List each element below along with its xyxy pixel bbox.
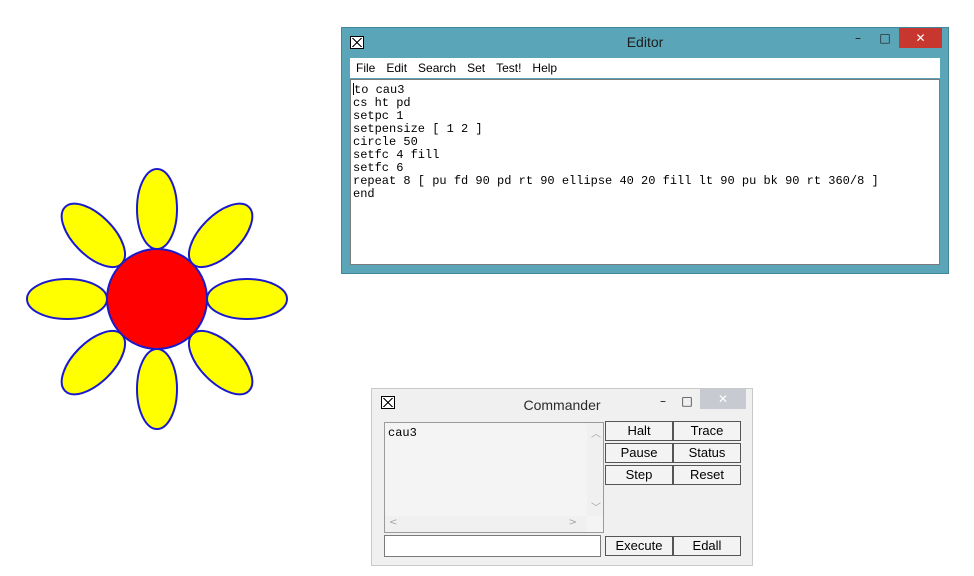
command-input[interactable] xyxy=(384,535,601,557)
code-line: setpensize [ 1 2 ] xyxy=(353,122,483,136)
flower-center xyxy=(106,248,208,350)
maximize-button[interactable]: □ xyxy=(677,391,697,411)
code-line: circle 50 xyxy=(353,135,418,149)
menu-search[interactable]: Search xyxy=(418,61,456,75)
code-line: to cau3 xyxy=(353,83,405,97)
command-history[interactable]: cau3 ︿ ﹀ < > xyxy=(384,422,604,533)
step-button[interactable]: Step xyxy=(605,465,673,485)
history-entry: cau3 xyxy=(388,426,417,440)
flower-petal xyxy=(136,348,178,430)
execute-button[interactable]: Execute xyxy=(605,536,673,556)
scroll-left-icon[interactable]: < xyxy=(389,517,397,528)
code-line: repeat 8 [ pu fd 90 pd rt 90 ellipse 40 … xyxy=(353,174,879,188)
code-line: cs ht pd xyxy=(353,96,411,110)
editor-window: Editor – □ ✕ File Edit Search Set Test! … xyxy=(341,27,949,274)
scroll-down-icon[interactable]: ﹀ xyxy=(591,499,601,514)
flower-petal xyxy=(206,278,288,320)
flower-petal xyxy=(136,168,178,250)
trace-button[interactable]: Trace xyxy=(673,421,741,441)
edall-button[interactable]: Edall xyxy=(673,536,741,556)
code-line: end xyxy=(353,187,375,201)
reset-button[interactable]: Reset xyxy=(673,465,741,485)
drawing-canvas xyxy=(26,168,288,430)
minimize-button[interactable]: – xyxy=(653,391,673,411)
code-line: setfc 4 fill xyxy=(353,148,440,162)
pause-button[interactable]: Pause xyxy=(605,443,673,463)
scroll-right-icon[interactable]: > xyxy=(569,517,577,528)
vertical-scrollbar[interactable]: ︿ ﹀ xyxy=(587,423,603,516)
menu-edit[interactable]: Edit xyxy=(386,61,407,75)
editor-menubar: File Edit Search Set Test! Help xyxy=(350,58,940,78)
close-button[interactable]: ✕ xyxy=(899,28,942,48)
minimize-button[interactable]: – xyxy=(845,28,871,48)
scroll-up-icon[interactable]: ︿ xyxy=(591,425,601,440)
close-button[interactable]: ✕ xyxy=(700,389,746,409)
menu-test[interactable]: Test! xyxy=(496,61,521,75)
code-editor[interactable]: to cau3 cs ht pd setpc 1 setpensize [ 1 … xyxy=(350,79,940,265)
horizontal-scrollbar[interactable]: < > xyxy=(385,516,587,532)
status-button[interactable]: Status xyxy=(673,443,741,463)
maximize-button[interactable]: □ xyxy=(872,28,898,48)
menu-help[interactable]: Help xyxy=(532,61,557,75)
commander-window: Commander – □ ✕ cau3 ︿ ﹀ < > Halt Trace … xyxy=(371,388,753,566)
editor-titlebar[interactable]: Editor – □ ✕ xyxy=(342,28,948,57)
halt-button[interactable]: Halt xyxy=(605,421,673,441)
menu-file[interactable]: File xyxy=(356,61,375,75)
menu-set[interactable]: Set xyxy=(467,61,485,75)
flower-petal xyxy=(26,278,108,320)
